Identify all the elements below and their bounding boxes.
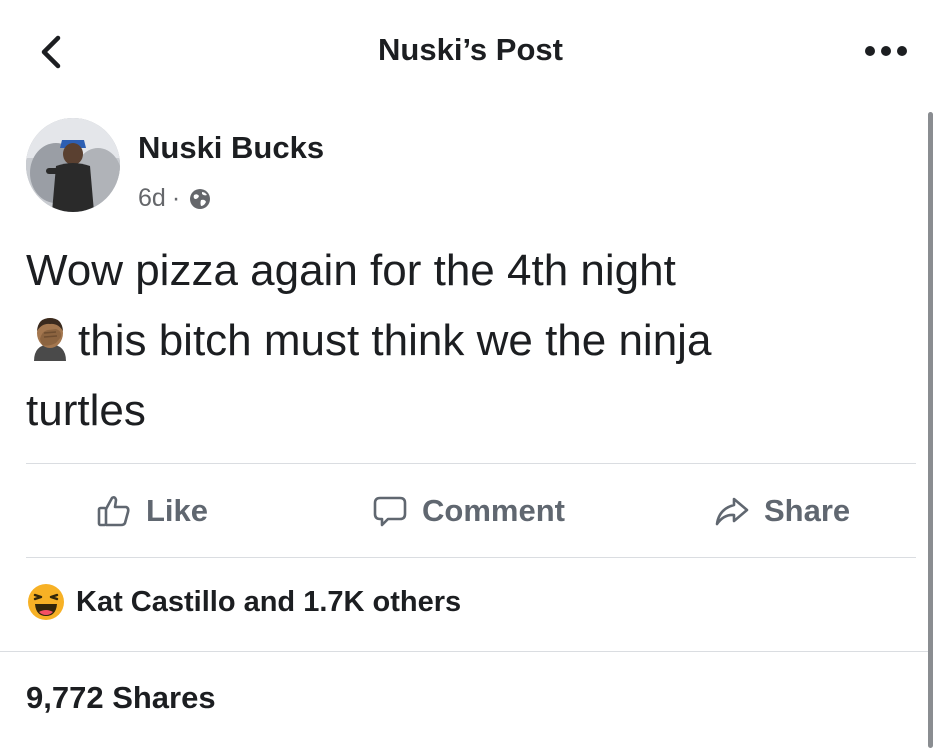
- man-facepalming-emoji: [26, 313, 74, 361]
- divider: [26, 463, 916, 464]
- globe-icon: [188, 187, 212, 211]
- author-name[interactable]: Nuski Bucks: [138, 130, 324, 166]
- scrollbar[interactable]: [928, 112, 933, 748]
- post-text-line: Wow pizza again for the 4th night: [26, 246, 676, 295]
- like-label: Like: [146, 493, 209, 528]
- shares-count[interactable]: 9,772 Shares: [26, 680, 216, 716]
- profile-photo: [26, 118, 120, 212]
- divider: [26, 557, 916, 558]
- comment-label: Comment: [422, 493, 565, 528]
- comment-button[interactable]: Comment: [372, 486, 565, 536]
- share-label: Share: [764, 493, 851, 528]
- share-button[interactable]: Share: [714, 486, 850, 536]
- reactions-summary[interactable]: Kat Castillo and 1.7K others: [26, 582, 461, 622]
- share-arrow-icon: [714, 493, 750, 529]
- post-header: Nuski’s Post: [0, 0, 941, 100]
- avatar[interactable]: [26, 118, 120, 212]
- page-title: Nuski’s Post: [378, 32, 563, 67]
- post-meta: 6d ·: [138, 184, 212, 213]
- comment-bubble-icon: [372, 493, 408, 529]
- post-time[interactable]: 6d: [138, 184, 166, 213]
- haha-emoji-icon: [26, 582, 66, 622]
- more-dots-icon: [865, 46, 907, 56]
- post-body: Wow pizza again for the 4th night this b…: [26, 236, 906, 446]
- meta-separator: ·: [171, 184, 181, 212]
- divider: [0, 651, 928, 652]
- more-options-button[interactable]: [858, 36, 914, 66]
- post-text-line: turtles: [26, 386, 146, 435]
- post-text-segment: this bitch must think we the ninja: [78, 316, 712, 365]
- like-button[interactable]: Like: [96, 486, 208, 536]
- reaction-summary-text: Kat Castillo and 1.7K others: [76, 585, 462, 618]
- thumbs-up-icon: [96, 493, 132, 529]
- post-text-line: this bitch must think we the ninja: [26, 306, 906, 376]
